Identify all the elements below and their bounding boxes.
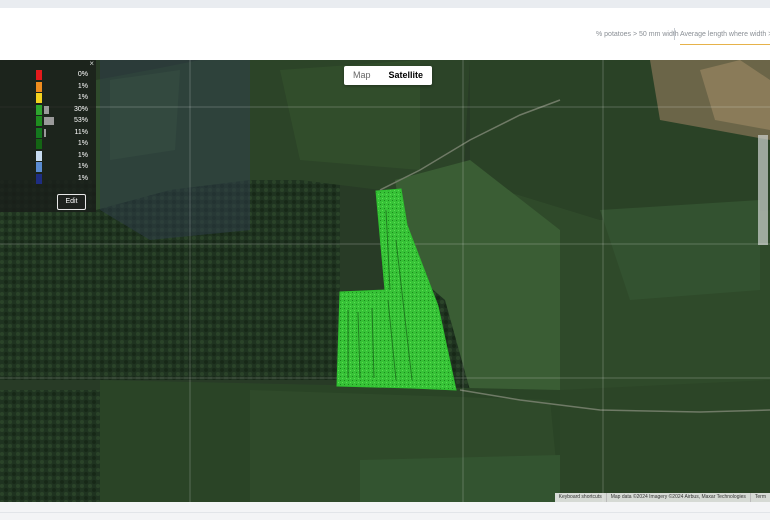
legend-percent: 1%	[77, 94, 88, 101]
header-bar: % potatoes > 50 mm width Average length …	[0, 8, 770, 60]
field	[360, 455, 560, 502]
legend-histogram-bar	[44, 117, 54, 125]
legend-color-swatch	[36, 116, 42, 126]
satellite-imagery	[0, 60, 770, 502]
buildings	[758, 135, 768, 245]
cloud-haze	[100, 60, 250, 240]
legend-color-swatch	[36, 162, 42, 172]
legend-histogram-bar	[44, 105, 49, 114]
footer-bar	[0, 502, 770, 520]
legend-row: 11%	[36, 127, 89, 138]
legend-percent: 30%	[73, 105, 88, 113]
legend-color-swatch	[36, 93, 42, 103]
legend-row: 1%	[36, 173, 88, 184]
legend-color-swatch	[36, 70, 42, 80]
legend-row: 1%	[36, 150, 88, 161]
legend-percent: 1%	[77, 163, 88, 170]
satellite-view-button[interactable]: Satellite	[380, 66, 433, 85]
legend-row: 30%	[36, 104, 88, 115]
tab-potatoes-over-50mm[interactable]: % potatoes > 50 mm width	[596, 24, 679, 44]
edit-button[interactable]: Edit	[57, 194, 86, 210]
legend-color-swatch	[36, 127, 42, 138]
map-data-text: Map data ©2024 Imagery ©2024 Airbus, Max…	[605, 493, 750, 502]
legend-percent: 1%	[77, 82, 88, 90]
legend-histogram-bar	[44, 128, 46, 137]
footer-divider	[0, 512, 770, 513]
legend-percent: 0%	[77, 71, 88, 78]
legend-percent: 53%	[73, 117, 88, 124]
legend-color-swatch	[36, 150, 42, 161]
terms-link[interactable]: Term	[749, 493, 770, 502]
satellite-map[interactable]: Map Satellite × 0% 1% 1% 30% 53% 11% 1% 1% 1% 1% …	[0, 60, 770, 502]
tab-average-length[interactable]: Average length where width > 50 m	[680, 24, 770, 45]
legend-percent: 11%	[74, 128, 89, 136]
legend-color-swatch	[36, 104, 42, 115]
map-type-control: Map Satellite	[344, 66, 433, 85]
legend-color-swatch	[36, 139, 42, 149]
legend-row: 1%	[36, 138, 88, 149]
map-attribution: Keyboard shortcuts Map data ©2024 Imager…	[554, 493, 770, 502]
legend-panel: × 0% 1% 1% 30% 53% 11% 1% 1% 1% 1% Edit	[0, 60, 96, 212]
legend-row: 53%	[36, 115, 88, 126]
tab-divider	[674, 28, 675, 40]
legend-percent: 1%	[77, 151, 88, 159]
map-view-button[interactable]: Map	[344, 66, 380, 85]
field	[560, 380, 770, 502]
legend-percent: 1%	[77, 174, 88, 182]
legend-row: 1%	[36, 161, 88, 172]
forest-area	[0, 390, 110, 502]
legend-row: 0%	[36, 69, 88, 80]
legend-color-swatch	[36, 173, 42, 184]
legend-row: 1%	[36, 81, 88, 92]
legend-percent: 1%	[77, 140, 88, 147]
keyboard-shortcuts-link[interactable]: Keyboard shortcuts	[555, 493, 606, 502]
legend-row: 1%	[36, 92, 88, 103]
top-strip	[0, 0, 770, 8]
close-icon[interactable]: ×	[89, 60, 94, 68]
legend-color-swatch	[36, 81, 42, 92]
